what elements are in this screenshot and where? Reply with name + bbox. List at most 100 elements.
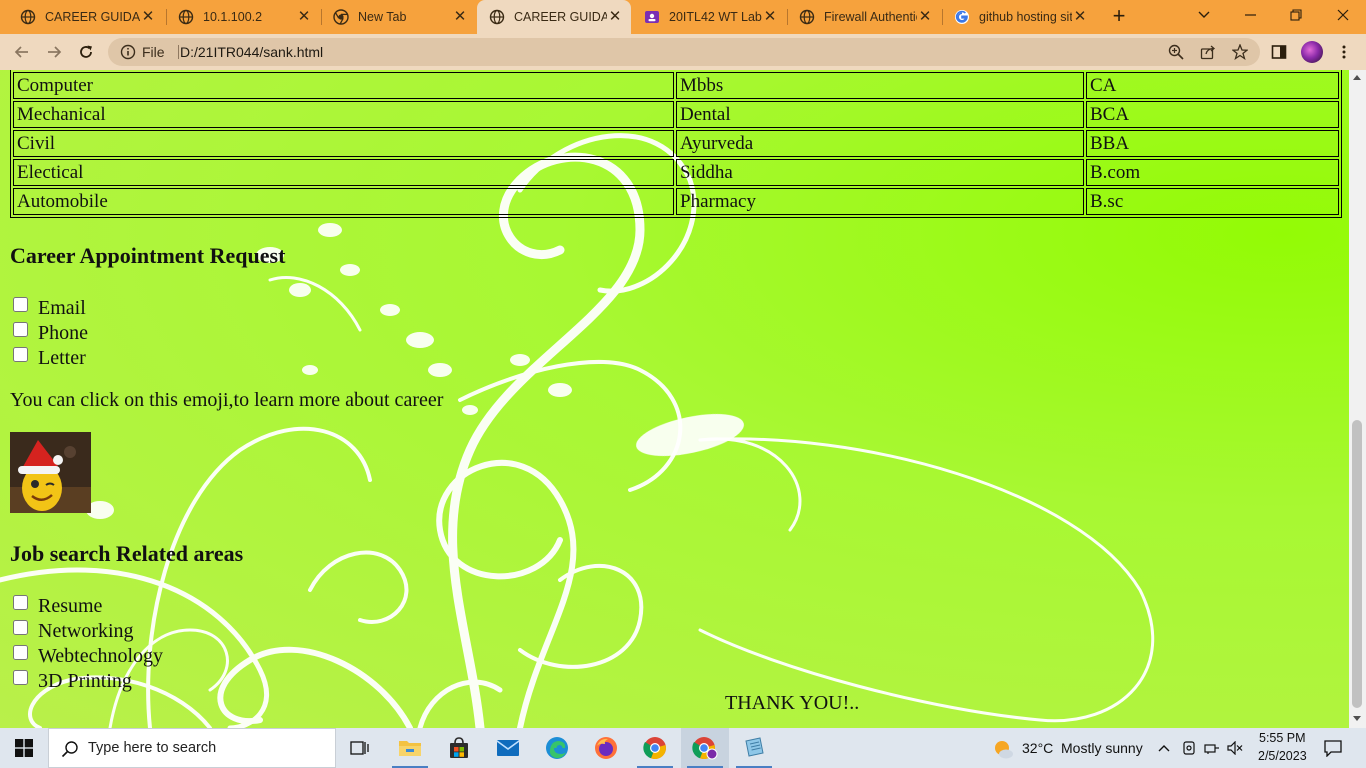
table-row: Civil Ayurveda BBA: [13, 130, 1339, 157]
bookmark-star-icon[interactable]: [1231, 43, 1249, 61]
close-tab-icon[interactable]: ✕: [452, 9, 468, 25]
side-panel-icon[interactable]: [1271, 44, 1289, 62]
checkbox-resume[interactable]: Resume: [13, 594, 102, 618]
table-cell: Mbbs: [676, 72, 1084, 99]
url-text[interactable]: D:/21ITR044/sank.html: [180, 44, 323, 60]
close-tab-icon[interactable]: ✕: [607, 9, 623, 25]
table-cell: BBA: [1086, 130, 1339, 157]
webtechnology-checkbox[interactable]: [13, 644, 28, 660]
scroll-down-arrow-icon[interactable]: [1353, 716, 1361, 721]
edge-button[interactable]: [533, 728, 581, 768]
tab-title: CAREER GUIDANCE: [45, 10, 140, 24]
checkbox-label: Letter: [38, 346, 86, 369]
address-separator: [178, 45, 179, 59]
checkbox-phone[interactable]: Phone: [13, 321, 88, 345]
tab-title: 20ITL42 WT Lab: [669, 10, 762, 24]
search-placeholder: Type here to search: [88, 740, 217, 756]
task-view-button[interactable]: [336, 728, 384, 768]
checkbox-email[interactable]: Email: [13, 296, 86, 320]
chrome-profile-button[interactable]: [681, 728, 729, 768]
tab-wt-lab[interactable]: 20ITL42 WT Lab ✕: [632, 0, 786, 34]
weather-description[interactable]: Mostly sunny: [1061, 740, 1143, 756]
profile-avatar[interactable]: [1301, 41, 1323, 63]
info-icon[interactable]: [120, 44, 136, 60]
clock-time[interactable]: 5:55 PM: [1259, 731, 1306, 745]
notepad-button[interactable]: [730, 728, 778, 768]
globe-icon: [178, 9, 194, 25]
letter-checkbox[interactable]: [13, 346, 28, 362]
network-icon[interactable]: [1204, 740, 1220, 756]
tab-10-1-100-2[interactable]: 10.1.100.2 ✕: [166, 0, 320, 34]
networking-checkbox[interactable]: [13, 619, 28, 635]
table-cell: Ayurveda: [676, 130, 1084, 157]
meet-now-icon[interactable]: [1181, 740, 1197, 756]
clock-date[interactable]: 2/5/2023: [1258, 749, 1307, 763]
menu-kebab-icon[interactable]: [1336, 44, 1354, 62]
volume-muted-icon[interactable]: [1227, 740, 1243, 756]
notepad-icon: [745, 737, 764, 757]
reload-button[interactable]: [72, 38, 100, 66]
tab-search-icon[interactable]: [1181, 0, 1227, 30]
close-tab-icon[interactable]: ✕: [140, 9, 156, 25]
windows-logo-icon: [15, 739, 33, 757]
weather-sunny-icon[interactable]: [992, 738, 1014, 760]
close-tab-icon[interactable]: ✕: [1072, 9, 1088, 25]
tab-title: New Tab: [358, 10, 407, 24]
restore-button[interactable]: [1273, 0, 1319, 30]
address-bar[interactable]: File D:/21ITR044/sank.html: [108, 38, 1260, 66]
notification-center-icon[interactable]: [1324, 739, 1342, 758]
appointment-heading: Career Appointment Request: [10, 243, 286, 268]
checkbox-3d-printing[interactable]: 3D Printing: [13, 669, 132, 693]
firefox-button[interactable]: [582, 728, 630, 768]
career-emoji-link[interactable]: [10, 432, 91, 513]
forward-button[interactable]: [40, 38, 68, 66]
close-tab-icon[interactable]: ✕: [762, 9, 778, 25]
checkbox-label: Resume: [38, 594, 103, 617]
table-cell: Siddha: [676, 159, 1084, 186]
share-icon[interactable]: [1200, 44, 1216, 60]
scroll-up-arrow-icon[interactable]: [1353, 75, 1361, 80]
google-icon: [954, 9, 970, 25]
new-tab-button[interactable]: +: [1108, 5, 1130, 28]
checkbox-networking[interactable]: Networking: [13, 619, 134, 643]
mail-button[interactable]: [484, 728, 532, 768]
email-checkbox[interactable]: [13, 296, 28, 312]
zoom-icon[interactable]: [1168, 44, 1184, 60]
table-cell: B.sc: [1086, 188, 1339, 215]
minimize-button[interactable]: [1227, 0, 1273, 30]
checkbox-webtechnology[interactable]: Webtechnology: [13, 644, 163, 668]
close-tab-icon[interactable]: ✕: [296, 9, 312, 25]
phone-checkbox[interactable]: [13, 321, 28, 337]
table-row: Automobile Pharmacy B.sc: [13, 188, 1339, 215]
back-button[interactable]: [8, 38, 36, 66]
tab-firewall-authentication[interactable]: Firewall Authentication ✕: [787, 0, 941, 34]
chrome-button[interactable]: [631, 728, 679, 768]
weather-temperature[interactable]: 32°C: [1022, 740, 1053, 756]
close-tab-icon[interactable]: ✕: [917, 9, 933, 25]
checkbox-letter[interactable]: Letter: [13, 346, 86, 370]
store-button[interactable]: [435, 728, 483, 768]
resume-checkbox[interactable]: [13, 594, 28, 610]
checkbox-label: 3D Printing: [38, 669, 132, 692]
tab-title: 10.1.100.2: [203, 10, 263, 24]
table-cell: Computer: [13, 72, 674, 99]
checkbox-label: Networking: [38, 619, 134, 642]
table-cell: Pharmacy: [676, 188, 1084, 215]
chrome-profile-icon: [692, 737, 718, 760]
show-hidden-icons-chevron-icon[interactable]: [1156, 740, 1172, 756]
taskbar-search-box[interactable]: Type here to search: [48, 728, 336, 768]
tab-github-hosting[interactable]: github hosting site ✕: [942, 0, 1096, 34]
scrollbar-thumb[interactable]: [1352, 420, 1362, 708]
page-scrollbar[interactable]: [1349, 70, 1366, 728]
start-button[interactable]: [0, 728, 48, 768]
tab-new-tab[interactable]: New Tab ✕: [321, 0, 476, 34]
tab-career-guidance-1[interactable]: CAREER GUIDANCE ✕: [8, 0, 164, 34]
table-cell: BCA: [1086, 101, 1339, 128]
tab-career-guidance-active[interactable]: CAREER GUIDANCE ✕: [477, 0, 631, 34]
file-explorer-button[interactable]: [386, 728, 434, 768]
table-cell: Mechanical: [13, 101, 674, 128]
close-window-button[interactable]: [1320, 0, 1366, 30]
thank-you-text: THANK YOU!..: [725, 692, 860, 714]
globe-icon: [489, 9, 505, 25]
3d-printing-checkbox[interactable]: [13, 669, 28, 685]
